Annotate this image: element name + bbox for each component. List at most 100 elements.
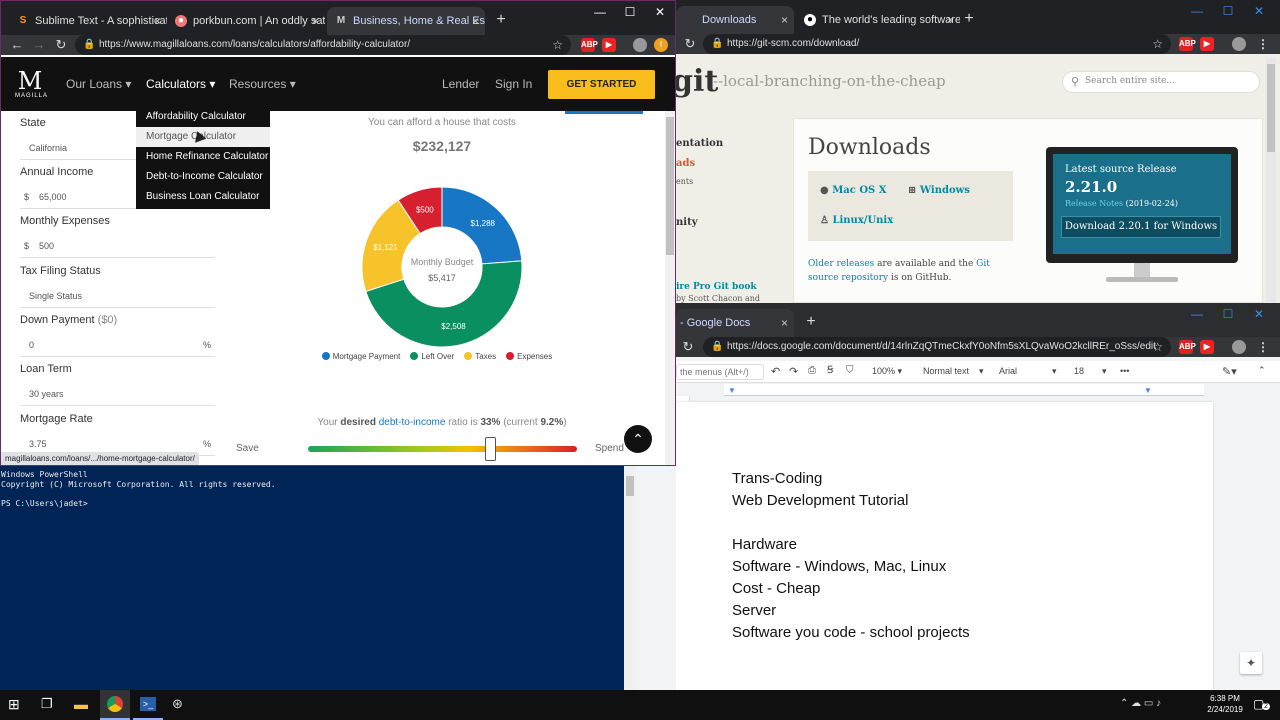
doc-line[interactable]: Trans-Coding bbox=[732, 468, 970, 490]
loan-term-select[interactable]: 30 years bbox=[20, 382, 215, 406]
system-tray-icons[interactable]: ⌃ ☁ ▭ ♪ bbox=[1120, 698, 1161, 709]
close-tab-icon[interactable]: × bbox=[781, 6, 788, 34]
nav-resources[interactable]: Resources ▾ bbox=[229, 57, 296, 111]
minimize-button[interactable]: — bbox=[1182, 303, 1212, 325]
dropdown-affordability[interactable]: Affordability Calculator bbox=[136, 107, 270, 127]
collapse-toolbar-icon[interactable]: ⌃ bbox=[1258, 365, 1266, 376]
legend-item[interactable]: Taxes bbox=[464, 352, 496, 361]
extension-icon[interactable]: ▶ bbox=[1200, 340, 1214, 354]
menu-kebab-icon[interactable]: ⋮ bbox=[1256, 37, 1270, 51]
scroll-thumb[interactable] bbox=[1267, 64, 1275, 152]
nav-sign-in[interactable]: Sign In bbox=[495, 57, 532, 111]
windows-start-icon[interactable]: ⊞ bbox=[8, 696, 20, 713]
tab-git-downloads[interactable]: Downloads × bbox=[676, 6, 794, 34]
scroll-thumb[interactable] bbox=[666, 117, 674, 255]
scroll-to-top-button[interactable]: ⌃ bbox=[624, 425, 652, 453]
more-options-icon[interactable]: ••• bbox=[1120, 366, 1129, 376]
release-notes-link[interactable]: Release Notes bbox=[1065, 199, 1123, 208]
close-tab-icon[interactable]: × bbox=[947, 6, 954, 34]
bookmark-star-icon[interactable]: ☆ bbox=[1152, 337, 1163, 357]
get-started-button[interactable]: GET STARTED bbox=[548, 70, 655, 99]
dropdown-refinance[interactable]: Home Refinance Calculator bbox=[136, 147, 270, 167]
clock[interactable]: 6:38 PM 2/24/2019 bbox=[1198, 693, 1252, 715]
adblock-icon[interactable]: ABP bbox=[581, 38, 598, 52]
dti-link[interactable]: debt-to-income bbox=[379, 417, 446, 428]
doc-line[interactable]: Web Development Tutorial bbox=[732, 490, 970, 512]
size-dropdown-icon[interactable]: ▾ bbox=[1102, 366, 1107, 377]
bookmark-star-icon[interactable]: ☆ bbox=[1152, 34, 1163, 54]
git-scrollbar[interactable] bbox=[1266, 58, 1276, 303]
close-tab-icon[interactable]: × bbox=[472, 7, 479, 35]
powershell-window[interactable]: Windows PowerShell Copyright (C) Microsof… bbox=[0, 466, 636, 690]
dti-slider-thumb[interactable] bbox=[484, 437, 496, 461]
doc-body[interactable]: Trans-Coding Web Development Tutorial Hard… bbox=[732, 468, 970, 644]
menu-search-input[interactable]: the menus (Alt+/) bbox=[676, 364, 764, 380]
chrome-taskbar-button[interactable] bbox=[100, 690, 130, 720]
doc-line[interactable]: Server bbox=[732, 600, 970, 622]
profile-avatar[interactable] bbox=[633, 38, 647, 52]
tab-porkbun[interactable]: ● porkbun.com | An oddly satisfyi × bbox=[167, 7, 325, 35]
minimize-button[interactable]: — bbox=[585, 1, 615, 23]
legend-item[interactable]: Mortgage Payment bbox=[321, 352, 400, 361]
close-window-button[interactable]: ✕ bbox=[1244, 303, 1274, 325]
extension-icon[interactable]: ▶ bbox=[1200, 37, 1214, 51]
indent-marker-icon[interactable]: ▼ bbox=[728, 386, 736, 395]
task-view-icon[interactable]: ❐ bbox=[41, 696, 53, 712]
reload-icon[interactable]: ↻ bbox=[680, 339, 696, 355]
legend-item[interactable]: Left Over bbox=[410, 352, 454, 361]
font-dropdown-icon[interactable]: ▾ bbox=[1052, 366, 1057, 377]
search-input[interactable]: ⚲ Search entire site... bbox=[1062, 71, 1260, 93]
explore-icon[interactable]: ✦ bbox=[1240, 652, 1262, 674]
doc-line[interactable]: Software you code - school projects bbox=[732, 622, 970, 644]
github-desktop-icon[interactable]: ⊛ bbox=[172, 696, 183, 712]
zoom-select[interactable]: 100% ▾ bbox=[872, 366, 902, 377]
profile-avatar[interactable] bbox=[1232, 340, 1246, 354]
doc-line[interactable] bbox=[732, 512, 970, 534]
doc-line[interactable]: Cost - Cheap bbox=[732, 578, 970, 600]
download-windows[interactable]: ⊞ Windows bbox=[908, 185, 970, 196]
paint-format-icon[interactable]: ⛉ bbox=[846, 365, 854, 376]
address-bar[interactable]: 🔒 https://git-scm.com/download/ ☆ bbox=[703, 34, 1171, 54]
sidebar-documentation[interactable]: entation bbox=[676, 138, 723, 149]
address-bar[interactable]: 🔒 https://www.magillaloans.com/loans/cal… bbox=[75, 35, 571, 55]
print-icon[interactable]: ⎙ bbox=[808, 365, 816, 376]
ruler[interactable]: ▼ ▼ bbox=[724, 384, 1204, 396]
tab-google-docs[interactable]: - Google Docs × bbox=[676, 309, 794, 337]
new-tab-button[interactable]: + bbox=[492, 11, 510, 29]
dti-slider-track[interactable] bbox=[308, 446, 577, 452]
download-linux[interactable]: ♙ Linux/Unix bbox=[820, 215, 893, 226]
size-select[interactable]: 18 bbox=[1074, 366, 1084, 376]
nav-lender[interactable]: Lender bbox=[442, 57, 479, 111]
menu-kebab-icon[interactable]: ⋮ bbox=[1256, 340, 1270, 354]
close-window-button[interactable]: ✕ bbox=[645, 1, 675, 23]
spellcheck-icon[interactable]: Ꞩ bbox=[827, 365, 833, 376]
minimize-button[interactable]: — bbox=[1182, 0, 1212, 22]
expenses-input[interactable]: $ 500 bbox=[20, 234, 215, 258]
sidebar-clients[interactable]: ents bbox=[676, 177, 693, 186]
adblock-icon[interactable]: ABP bbox=[1179, 340, 1196, 354]
scroll-thumb[interactable] bbox=[626, 476, 634, 496]
powershell-scrollbar[interactable] bbox=[624, 466, 636, 690]
edit-mode-icon[interactable]: ✎▾ bbox=[1222, 365, 1237, 378]
download-windows-button[interactable]: Download 2.20.1 for Windows bbox=[1061, 216, 1221, 238]
doc-line[interactable]: Hardware bbox=[732, 534, 970, 556]
powershell-taskbar-button[interactable]: >_ bbox=[133, 690, 163, 720]
tab-magilla[interactable]: M Business, Home & Real Estate Lo × bbox=[327, 7, 485, 35]
notification-icon[interactable]: ! bbox=[654, 38, 668, 52]
file-explorer-icon[interactable]: ▬ bbox=[74, 696, 88, 712]
font-select[interactable]: Arial bbox=[999, 366, 1017, 376]
doc-line[interactable]: Software - Windows, Mac, Linux bbox=[732, 556, 970, 578]
new-tab-button[interactable]: + bbox=[960, 10, 978, 28]
reload-icon[interactable]: ↻ bbox=[53, 37, 69, 53]
down-payment-input[interactable]: 0% bbox=[20, 333, 215, 357]
download-mac[interactable]: ● Mac OS X bbox=[820, 185, 887, 196]
notification-center-icon[interactable]: ▢ 2 bbox=[1253, 697, 1270, 711]
forward-arrow-icon[interactable]: → bbox=[31, 37, 47, 53]
undo-icon[interactable]: ↶ bbox=[771, 365, 780, 378]
powershell-output[interactable]: Windows PowerShell Copyright (C) Microsof… bbox=[1, 470, 276, 508]
doc-page[interactable]: Trans-Coding Web Development Tutorial Hard… bbox=[676, 402, 1213, 690]
sidebar-downloads[interactable]: ads bbox=[676, 158, 695, 169]
legend-item[interactable]: Expenses bbox=[506, 352, 552, 361]
address-bar[interactable]: 🔒 https://docs.google.com/document/d/14r… bbox=[703, 337, 1171, 357]
redo-icon[interactable]: ↷ bbox=[789, 365, 798, 378]
